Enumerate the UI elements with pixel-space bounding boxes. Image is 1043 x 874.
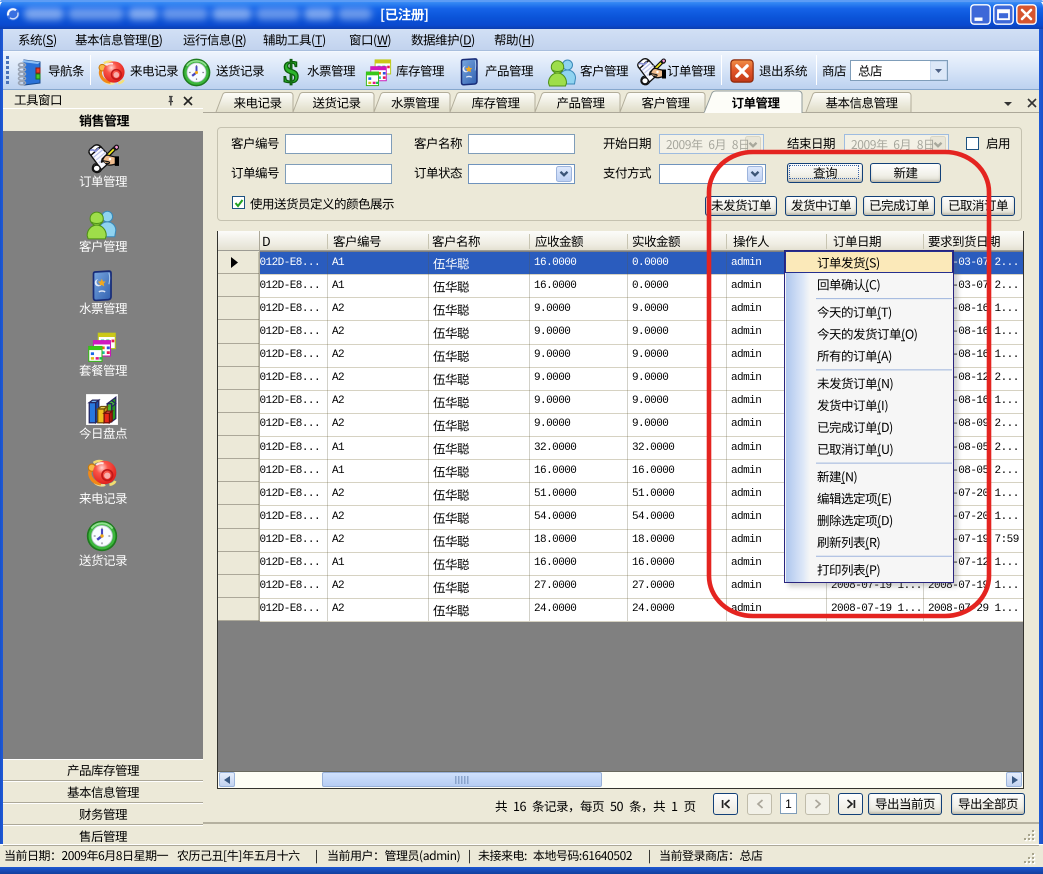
svg-text:$: $	[283, 56, 299, 88]
